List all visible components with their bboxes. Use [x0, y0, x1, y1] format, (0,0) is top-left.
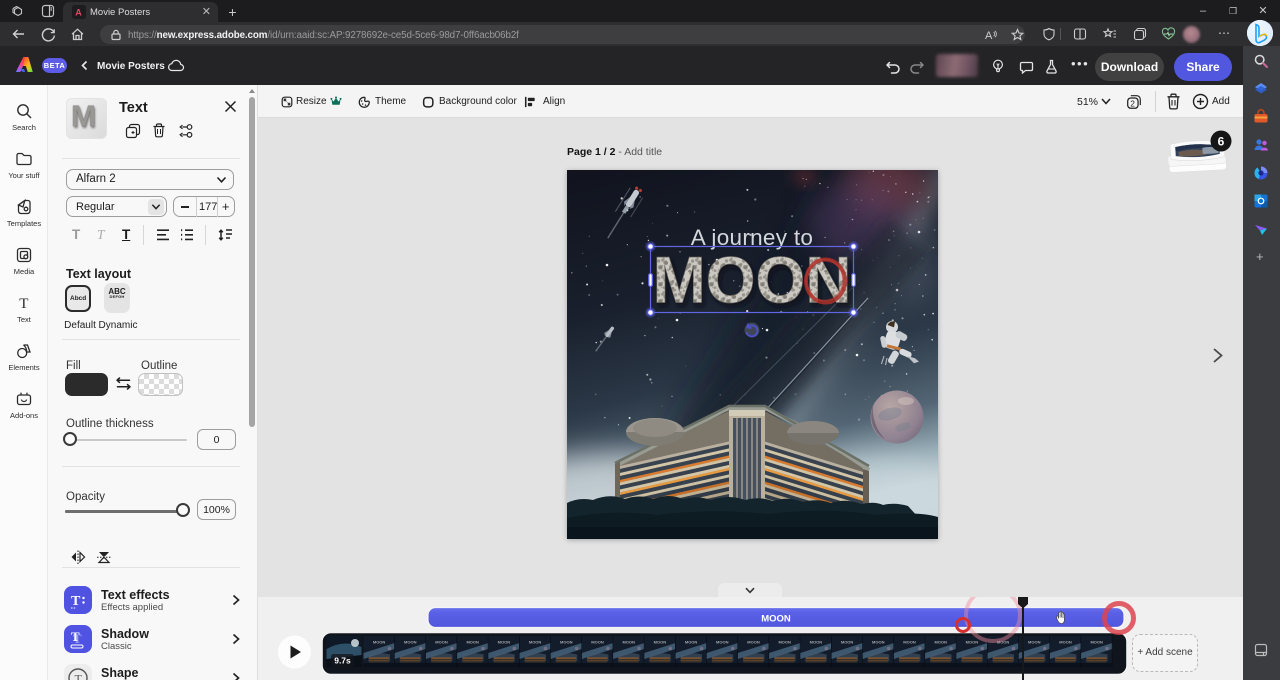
svg-text:6: 6: [1218, 135, 1225, 149]
svg-text:9.7s: 9.7s: [334, 656, 351, 666]
svg-text:T: T: [75, 672, 83, 680]
svg-text:2: 2: [1130, 100, 1135, 109]
svg-text:A: A: [985, 30, 993, 41]
svg-text:A: A: [75, 8, 82, 18]
svg-text:T: T: [19, 296, 28, 312]
svg-text:T: T: [71, 629, 80, 644]
svg-text:MOON: MOON: [761, 614, 791, 625]
svg-text:T: T: [71, 594, 81, 609]
svg-text:MOON: MOON: [653, 244, 852, 317]
